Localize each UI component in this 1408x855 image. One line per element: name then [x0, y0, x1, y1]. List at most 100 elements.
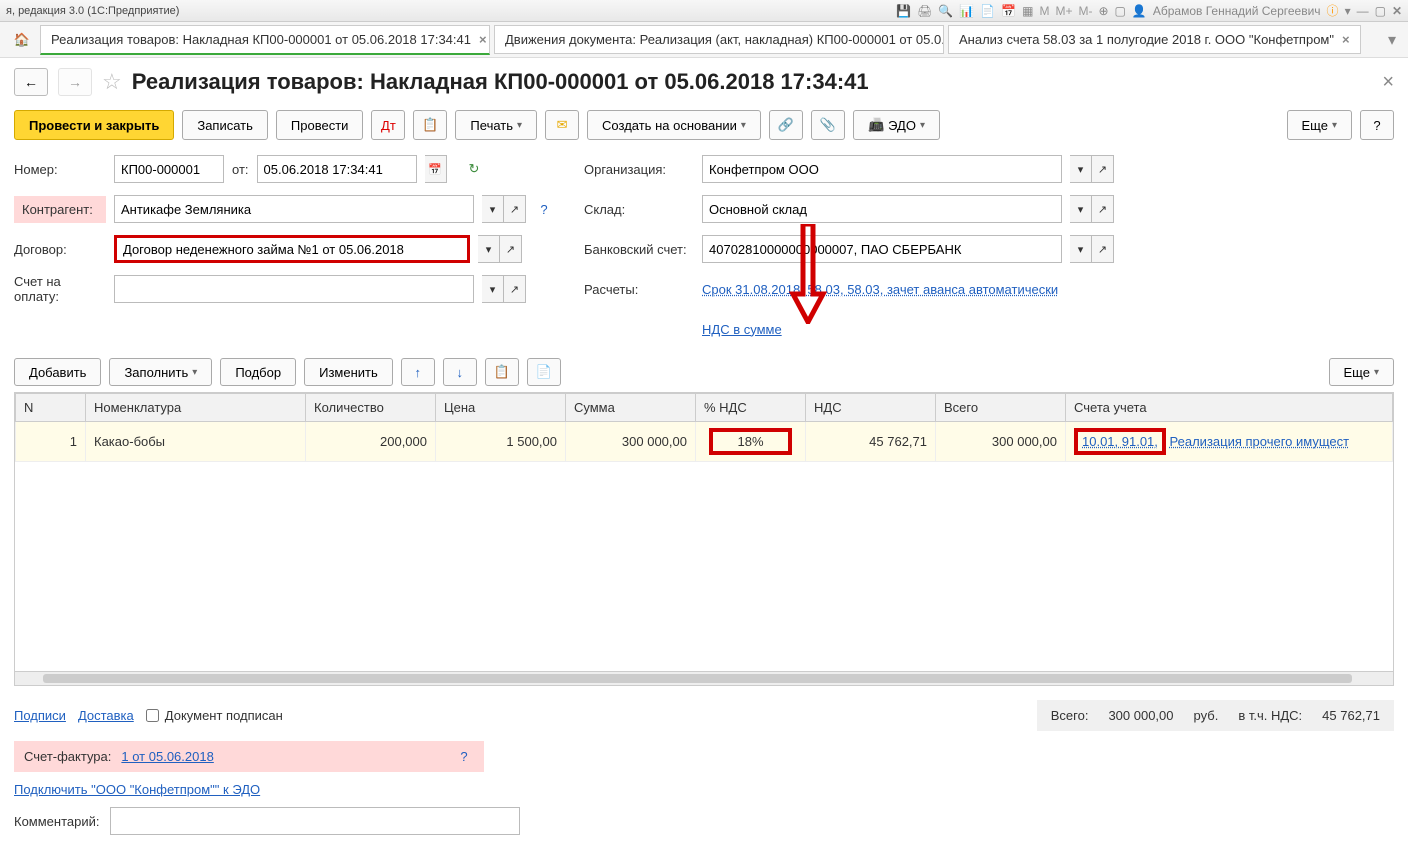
col-sum[interactable]: Сумма: [566, 394, 696, 422]
close-icon[interactable]: ✕: [1392, 4, 1402, 18]
org-input[interactable]: [702, 155, 1062, 183]
date-input[interactable]: [257, 155, 417, 183]
paste-icon[interactable]: 📄: [527, 358, 561, 386]
sf-help-icon[interactable]: ?: [454, 749, 474, 764]
report-icon[interactable]: 📄: [980, 4, 995, 18]
tab-nav-icon[interactable]: ▾: [1384, 30, 1400, 50]
calendar-icon[interactable]: 📅: [425, 155, 447, 183]
print-icon[interactable]: 🖨: [917, 4, 932, 18]
cell-accounts[interactable]: 10.01, 91.01, Реализация прочего имущест: [1066, 422, 1393, 462]
copy-icon[interactable]: 📋: [485, 358, 519, 386]
cell-vat[interactable]: 45 762,71: [806, 422, 936, 462]
page-close-icon[interactable]: ×: [1382, 71, 1394, 94]
menu-icon[interactable]: ▾: [1345, 4, 1351, 18]
cell-nomen[interactable]: Какао-бобы: [86, 422, 306, 462]
contract-input[interactable]: [114, 235, 470, 263]
open-icon[interactable]: ↗: [500, 235, 522, 263]
edo-button[interactable]: 📠 ЭДО: [853, 110, 940, 140]
vat-link[interactable]: НДС в сумме: [702, 322, 782, 337]
cell-n[interactable]: 1: [16, 422, 86, 462]
mail-icon[interactable]: ✉: [545, 110, 579, 140]
grid-icon[interactable]: ▦: [1022, 4, 1033, 18]
zoom-in-icon[interactable]: ⊕: [1098, 4, 1108, 18]
calc-icon[interactable]: 📊: [959, 4, 974, 18]
number-input[interactable]: [114, 155, 224, 183]
change-button[interactable]: Изменить: [304, 358, 393, 386]
dropdown-icon[interactable]: ▾: [1070, 155, 1092, 183]
help-button[interactable]: ?: [1360, 110, 1394, 140]
attach-icon[interactable]: 📎: [811, 110, 845, 140]
search-icon[interactable]: 🔍: [938, 4, 953, 18]
cell-qty[interactable]: 200,000: [306, 422, 436, 462]
warehouse-input[interactable]: [702, 195, 1062, 223]
back-button[interactable]: ←: [14, 68, 48, 96]
open-icon[interactable]: ↗: [1092, 155, 1114, 183]
dropdown-icon[interactable]: ▾: [478, 235, 500, 263]
cell-total[interactable]: 300 000,00: [936, 422, 1066, 462]
tab-2[interactable]: Анализ счета 58.03 за 1 полугодие 2018 г…: [948, 25, 1361, 54]
info-icon[interactable]: ⓘ: [1327, 2, 1339, 19]
tab-close-icon[interactable]: ×: [479, 32, 487, 47]
signatures-link[interactable]: Подписи: [14, 708, 66, 723]
dropdown-icon[interactable]: ▾: [482, 195, 504, 223]
bank-input[interactable]: [702, 235, 1062, 263]
fill-button[interactable]: Заполнить: [109, 358, 212, 386]
add-button[interactable]: Добавить: [14, 358, 101, 386]
col-vat[interactable]: НДС: [806, 394, 936, 422]
delivery-link[interactable]: Доставка: [78, 708, 134, 723]
more-button[interactable]: Еще: [1287, 110, 1352, 140]
cell-price[interactable]: 1 500,00: [436, 422, 566, 462]
structure-icon[interactable]: Дт: [371, 110, 405, 140]
refresh-icon[interactable]: ↻: [469, 161, 480, 177]
col-price[interactable]: Цена: [436, 394, 566, 422]
accounts-link[interactable]: 10.01, 91.01,: [1082, 434, 1158, 449]
accounts-extra[interactable]: Реализация прочего имущест: [1170, 434, 1350, 449]
report-icon[interactable]: 📋: [413, 110, 447, 140]
invoice-input[interactable]: [114, 275, 474, 303]
tab-1[interactable]: Движения документа: Реализация (акт, нак…: [494, 25, 944, 54]
size-mminus-icon[interactable]: M-: [1078, 4, 1092, 18]
star-icon[interactable]: ☆: [102, 69, 122, 95]
col-n[interactable]: N: [16, 394, 86, 422]
comment-input[interactable]: [110, 807, 520, 835]
save-button[interactable]: Записать: [182, 110, 268, 140]
minimize-icon[interactable]: —: [1357, 4, 1369, 18]
horizontal-scrollbar[interactable]: [14, 672, 1394, 686]
connect-edo-link[interactable]: Подключить "ООО "Конфетпром"" к ЭДО: [14, 782, 260, 797]
print-button[interactable]: Печать: [455, 110, 537, 140]
col-accounts[interactable]: Счета учета: [1066, 394, 1393, 422]
help-icon[interactable]: ?: [534, 202, 554, 217]
move-down-icon[interactable]: ↓: [443, 358, 477, 386]
table-more-button[interactable]: Еще: [1329, 358, 1394, 386]
table-row[interactable]: 1 Какао-бобы 200,000 1 500,00 300 000,00…: [16, 422, 1393, 462]
dropdown-icon[interactable]: ▾: [1070, 235, 1092, 263]
link-icon[interactable]: 🔗: [769, 110, 803, 140]
dropdown-icon[interactable]: ▾: [1070, 195, 1092, 223]
post-button[interactable]: Провести: [276, 110, 364, 140]
col-vatpct[interactable]: % НДС: [696, 394, 806, 422]
tab-close-icon[interactable]: ×: [1342, 32, 1350, 47]
size-m-icon[interactable]: M: [1039, 4, 1049, 18]
open-icon[interactable]: ↗: [504, 275, 526, 303]
cell-vatpct[interactable]: 18%: [696, 422, 806, 462]
contractor-input[interactable]: [114, 195, 474, 223]
sf-link[interactable]: 1 от 05.06.2018: [121, 749, 213, 764]
settle-link[interactable]: Срок 31.08.2018, 58.03, 58.03, зачет ава…: [702, 282, 1058, 297]
post-close-button[interactable]: Провести и закрыть: [14, 110, 174, 140]
window-icon[interactable]: ▢: [1115, 4, 1126, 18]
col-nomen[interactable]: Номенклатура: [86, 394, 306, 422]
user-name[interactable]: Абрамов Геннадий Сергеевич: [1153, 4, 1321, 18]
open-icon[interactable]: ↗: [1092, 235, 1114, 263]
col-total[interactable]: Всего: [936, 394, 1066, 422]
col-qty[interactable]: Количество: [306, 394, 436, 422]
select-button[interactable]: Подбор: [220, 358, 296, 386]
doc-signed-checkbox[interactable]: Документ подписан: [146, 708, 283, 723]
forward-button[interactable]: →: [58, 68, 92, 96]
home-icon[interactable]: 🏠: [8, 26, 36, 54]
save-icon[interactable]: 💾: [896, 4, 911, 18]
open-icon[interactable]: ↗: [504, 195, 526, 223]
size-mplus-icon[interactable]: M+: [1055, 4, 1072, 18]
create-based-button[interactable]: Создать на основании: [587, 110, 761, 140]
move-up-icon[interactable]: ↑: [401, 358, 435, 386]
calendar-icon[interactable]: 📅: [1001, 4, 1016, 18]
